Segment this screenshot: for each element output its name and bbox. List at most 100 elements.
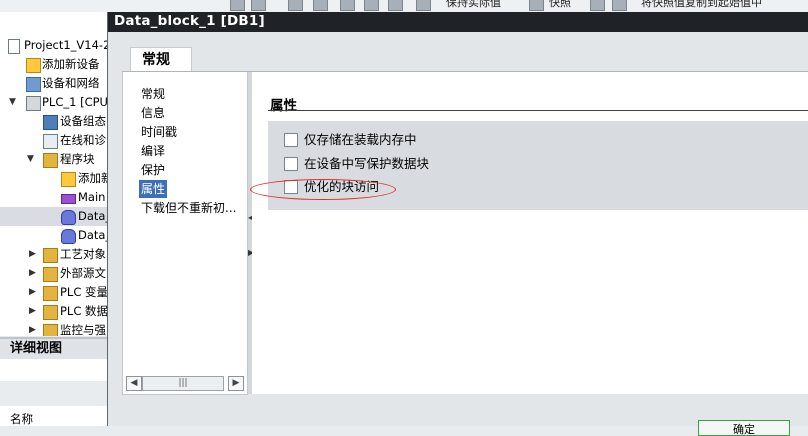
toolbar-icon[interactable]	[251, 0, 266, 11]
tree-item-label: PLC_1 [CPU	[42, 95, 108, 109]
chevron-left-icon[interactable]: ◀	[126, 376, 142, 391]
tree-item-label: Data_	[78, 209, 110, 223]
expand-arrow-icon[interactable]: ▼	[9, 93, 16, 112]
add-device-icon	[26, 58, 41, 73]
tree-item-label: PLC 数据	[60, 304, 109, 318]
project-icon	[8, 39, 20, 54]
tree-item-plc-data-types[interactable]: ▶ PLC 数据	[0, 302, 110, 321]
tree-item-label: 外部源文	[60, 266, 106, 280]
tree-item-label: 工艺对象	[60, 247, 106, 261]
network-icon	[26, 77, 41, 92]
expand-arrow-icon[interactable]: ▶	[29, 245, 36, 264]
folder-icon	[43, 324, 58, 336]
option-load-memory-only[interactable]: 仅存储在装载内存中	[284, 131, 417, 149]
tree-item-add-block[interactable]: 添加新	[0, 169, 110, 188]
background-toolbar: 保持实际值 快照 将快照值复制到起始值中	[0, 0, 808, 12]
toolbar-icon[interactable]	[590, 0, 605, 11]
option-label: 仅存储在装载内存中	[304, 132, 417, 147]
toolbar-icon[interactable]	[340, 0, 355, 11]
tab-label: 常规	[142, 52, 170, 68]
tree-item-label: 添加新	[78, 171, 110, 185]
folder-icon	[43, 305, 58, 320]
nav-item-attributes[interactable]: 属性	[139, 180, 168, 198]
dialog-titlebar[interactable]: Data_block_1 [DB1]	[108, 12, 808, 32]
snapshot-button[interactable]: 快照	[549, 0, 571, 10]
tree-item-label: Data_	[78, 228, 110, 242]
folder-icon	[43, 267, 58, 282]
plc-icon	[26, 96, 41, 111]
toolbar-icon[interactable]	[388, 0, 403, 11]
tree-item-label: PLC 变量	[60, 285, 109, 299]
tree-item-label: 添加新设备	[42, 57, 100, 71]
nav-horizontal-scrollbar[interactable]: ◀ ||| ▶	[124, 374, 244, 392]
tab-general[interactable]: 常规	[130, 47, 192, 72]
data-block-icon	[61, 229, 76, 244]
folder-icon	[43, 153, 58, 168]
ob-block-icon	[61, 194, 76, 204]
toolbar-icon[interactable]	[313, 0, 328, 11]
write-protect-checkbox[interactable]	[284, 156, 298, 171]
tree-item-plc-tags[interactable]: ▶ PLC 变量	[0, 283, 110, 302]
tree-item-label: 监控与强	[60, 323, 106, 336]
expand-arrow-icon[interactable]: ▼	[27, 150, 34, 169]
tree-item-device-config[interactable]: 设备组态	[0, 112, 110, 131]
section-title: 属性	[270, 98, 297, 114]
expand-arrow-icon[interactable]: ▶	[29, 321, 36, 336]
expand-arrow-icon[interactable]: ▶	[29, 264, 36, 283]
properties-dialog: Data_block_1 [DB1] 常规 常规 信息 时间戳 编译 保护 属性…	[107, 12, 808, 436]
ok-button[interactable]: 确定	[698, 420, 790, 436]
tree-item-online-diag[interactable]: 在线和诊	[0, 131, 110, 150]
attributes-panel: 属性 仅存储在装载内存中 在设备中写保护数据块 优化的块访问	[252, 72, 808, 394]
toolbar-icon[interactable]	[230, 0, 245, 11]
nav-item-timestamp[interactable]: 时间戳	[141, 123, 177, 141]
toolbar-icon[interactable]	[612, 0, 627, 11]
tree-item-devices-networks[interactable]: 设备和网络	[0, 74, 110, 93]
nav-item-general[interactable]: 常规	[141, 85, 165, 103]
tree-item-add-device[interactable]: 添加新设备	[0, 55, 110, 74]
tree-item-project[interactable]: Project1_V14-2	[0, 36, 110, 55]
tree-item-program-blocks[interactable]: ▼ 程序块	[0, 150, 110, 169]
nav-item-protection[interactable]: 保护	[141, 161, 165, 179]
detail-view-panel: 名称	[0, 359, 110, 426]
detail-view-header[interactable]: 详细视图	[0, 337, 110, 359]
tree-item-data-block-2[interactable]: Data_	[0, 226, 110, 245]
annotation-ellipse	[250, 179, 396, 200]
expand-arrow-icon[interactable]: ▶	[29, 283, 36, 302]
data-block-icon	[61, 210, 76, 225]
nav-item-info[interactable]: 信息	[141, 104, 165, 122]
dialog-title: Data_block_1 [DB1]	[114, 13, 265, 29]
name-column-header[interactable]: 名称	[10, 411, 33, 427]
tree-item-label: 程序块	[60, 152, 95, 166]
chevron-right-icon[interactable]: ▶	[228, 376, 244, 391]
nav-item-download-no-reinit[interactable]: 下载但不重新初...	[141, 199, 236, 217]
folder-icon	[43, 286, 58, 301]
tree-item-label: 设备组态	[60, 114, 106, 128]
folder-icon	[43, 248, 58, 263]
toolbar-icon[interactable]	[416, 0, 431, 11]
load-memory-only-checkbox[interactable]	[284, 132, 298, 147]
tree-item-label: 在线和诊	[60, 133, 106, 147]
toolbar-icon[interactable]	[364, 0, 379, 11]
tree-item-main[interactable]: Main	[0, 188, 110, 207]
nav-item-compile[interactable]: 编译	[141, 142, 165, 160]
project-tree: Project1_V14-2 添加新设备 设备和网络 ▼ PLC_1 [CPU …	[0, 12, 110, 336]
tree-item-tech-objects[interactable]: ▶ 工艺对象	[0, 245, 110, 264]
tree-item-label: Main	[78, 190, 106, 204]
keep-actual-button[interactable]: 保持实际值	[446, 0, 501, 10]
option-label: 在设备中写保护数据块	[304, 156, 430, 171]
toolbar-icon[interactable]	[529, 0, 544, 11]
diagnostics-icon	[43, 134, 58, 149]
tree-item-external-sources[interactable]: ▶ 外部源文	[0, 264, 110, 283]
toolbar-icon[interactable]	[288, 0, 303, 11]
tree-item-label: 设备和网络	[42, 76, 100, 90]
tree-item-data-block-1[interactable]: Data_	[0, 207, 110, 226]
tree-item-plc[interactable]: ▼ PLC_1 [CPU	[0, 93, 110, 112]
tree-item-watch-force[interactable]: ▶ 监控与强	[0, 321, 110, 336]
expand-arrow-icon[interactable]: ▶	[29, 302, 36, 321]
detail-view-title: 详细视图	[10, 341, 63, 356]
copy-snapshot-button[interactable]: 将快照值复制到起始值中	[641, 0, 762, 10]
scroll-grip-icon[interactable]: |||	[142, 376, 224, 391]
section-divider	[268, 110, 808, 111]
add-block-icon	[61, 172, 76, 187]
option-write-protect[interactable]: 在设备中写保护数据块	[284, 155, 429, 173]
